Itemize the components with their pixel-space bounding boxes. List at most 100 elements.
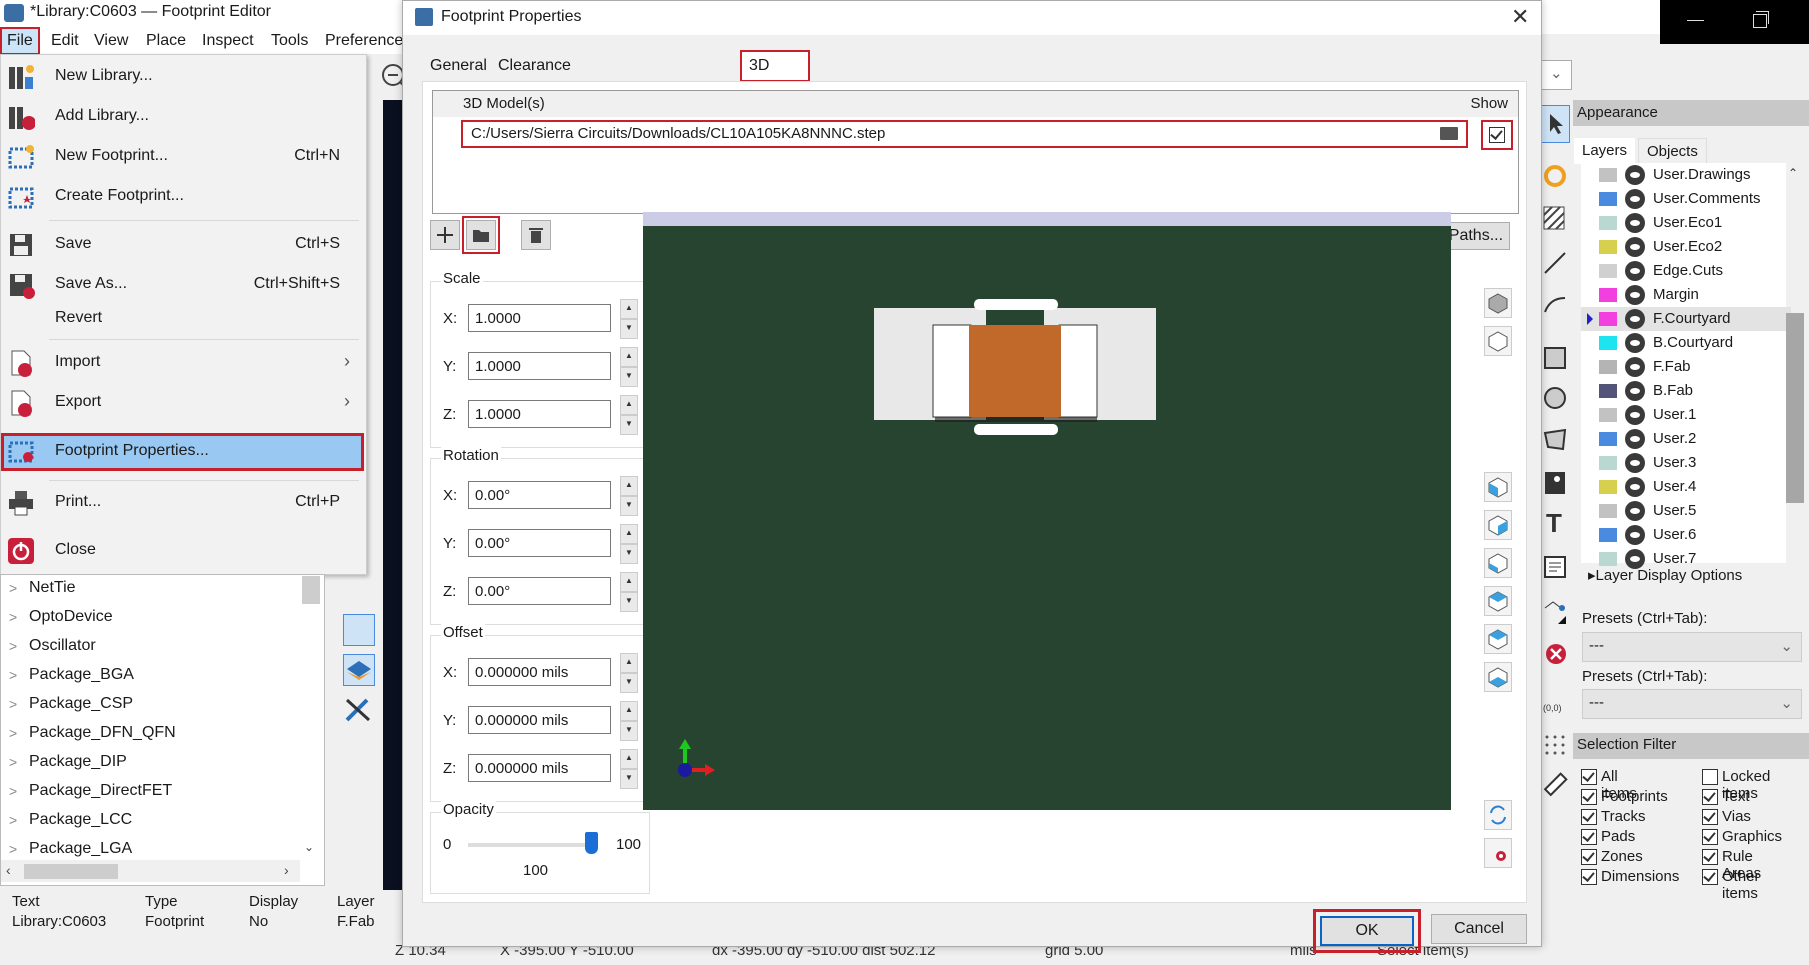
tree-item[interactable]: > Package_DFN_QFN — [1, 720, 301, 749]
arc-tool-icon[interactable] — [1542, 292, 1568, 318]
tree-item[interactable]: > Package_CSP — [1, 691, 301, 720]
rotation-z-spinner[interactable]: ▲ ▼ — [620, 572, 638, 612]
layer-row[interactable]: User.4 — [1581, 475, 1791, 499]
eye-icon[interactable] — [1625, 501, 1645, 521]
menu-item-save-as[interactable]: Save As... Ctrl+Shift+S — [1, 267, 364, 303]
measure-tool-icon[interactable] — [1542, 772, 1568, 798]
tools-icon[interactable] — [343, 694, 373, 724]
filter-checkbox[interactable] — [1702, 809, 1718, 825]
minimize-icon[interactable] — [1687, 20, 1704, 21]
scale-z-input[interactable]: 1.0000 — [468, 400, 611, 428]
browse-model-button[interactable] — [462, 216, 500, 254]
eye-icon[interactable] — [1625, 453, 1645, 473]
select-tool-icon[interactable] — [1540, 105, 1570, 143]
eye-icon[interactable] — [1625, 429, 1645, 449]
filter-checkbox[interactable] — [1702, 869, 1718, 885]
filter-checkbox[interactable] — [1581, 849, 1597, 865]
layer-row[interactable]: Margin — [1581, 283, 1791, 307]
layer-row[interactable]: User.6 — [1581, 523, 1791, 547]
filter-checkbox[interactable] — [1581, 769, 1597, 785]
tree-item[interactable]: > Package_LGA — [1, 836, 301, 858]
layer-row[interactable]: User.3 — [1581, 451, 1791, 475]
layer-row[interactable]: User.Eco1 — [1581, 211, 1791, 235]
eye-icon[interactable] — [1625, 381, 1645, 401]
eye-icon[interactable] — [1625, 525, 1645, 545]
tab-general[interactable]: General — [423, 52, 494, 80]
filter-checkbox[interactable] — [1581, 809, 1597, 825]
offset-y-input[interactable]: 0.000000 mils — [468, 706, 611, 734]
eye-icon[interactable] — [1625, 237, 1645, 257]
menu-file[interactable]: File — [0, 27, 40, 55]
tree-item[interactable]: > OptoDevice — [1, 604, 301, 633]
scale-y-spinner[interactable]: ▲ ▼ — [620, 347, 638, 387]
tree-item[interactable]: > NetTie — [1, 575, 301, 604]
tree-scroll-thumb[interactable] — [302, 576, 320, 604]
menu-item-import[interactable]: Import › — [1, 345, 364, 381]
scale-x-spinner[interactable]: ▲ ▼ — [620, 299, 638, 339]
layer-color-swatch[interactable] — [1599, 192, 1617, 206]
zone-tool-icon[interactable] — [1542, 205, 1568, 231]
rotation-x-input[interactable]: 0.00° — [468, 481, 611, 509]
tab-layers[interactable]: Layers — [1574, 138, 1636, 164]
presets-select[interactable]: --- ⌄ — [1582, 632, 1802, 662]
layer-color-swatch[interactable] — [1599, 528, 1617, 542]
origin-tool-icon[interactable]: (0,0) — [1543, 703, 1562, 713]
layer-color-swatch[interactable] — [1599, 168, 1617, 182]
view-3d-wire-button[interactable] — [1484, 326, 1512, 356]
hierarchy-icon[interactable] — [343, 614, 375, 646]
layer-row[interactable]: F.Courtyard — [1581, 307, 1791, 331]
layer-color-swatch[interactable] — [1599, 240, 1617, 254]
tree-item[interactable]: > Package_DirectFET — [1, 778, 301, 807]
eye-icon[interactable] — [1625, 357, 1645, 377]
view-3d-shaded-button[interactable] — [1484, 288, 1512, 318]
polygon-tool-icon[interactable] — [1542, 427, 1568, 453]
menu-item-add-library[interactable]: Add Library... — [1, 99, 364, 135]
layer-row[interactable]: User.Eco2 — [1581, 235, 1791, 259]
layer-row[interactable]: B.Fab — [1581, 379, 1791, 403]
eye-icon[interactable] — [1625, 213, 1645, 233]
tab-objects[interactable]: Objects — [1638, 138, 1707, 166]
layer-row[interactable]: User.1 — [1581, 403, 1791, 427]
rectangle-tool-icon[interactable] — [1542, 345, 1568, 371]
filter-checkbox[interactable] — [1581, 869, 1597, 885]
layer-row[interactable]: User.5 — [1581, 499, 1791, 523]
layer-color-swatch[interactable] — [1599, 384, 1617, 398]
delete-tool-icon[interactable] — [1542, 640, 1568, 666]
text-tool-icon[interactable]: T — [1546, 508, 1562, 539]
filter-checkbox[interactable] — [1702, 789, 1718, 805]
folder-icon[interactable] — [1440, 127, 1458, 140]
tab-clearance[interactable]: Clearance Overrides and Settings — [491, 52, 578, 158]
scroll-down-icon[interactable]: ⌄ — [304, 840, 314, 854]
opacity-slider-track[interactable] — [468, 843, 598, 847]
menu-item-revert[interactable]: Revert — [1, 301, 364, 337]
layer-color-swatch[interactable] — [1599, 504, 1617, 518]
menu-edit[interactable]: Edit — [46, 29, 84, 53]
offset-y-spinner[interactable]: ▲ ▼ — [620, 701, 638, 741]
scroll-right-icon[interactable]: › — [284, 862, 289, 878]
view-top-button[interactable] — [1484, 624, 1512, 654]
menu-place[interactable]: Place — [141, 29, 191, 53]
textbox-tool-icon[interactable] — [1542, 554, 1568, 580]
layer-color-swatch[interactable] — [1599, 480, 1617, 494]
layer-color-swatch[interactable] — [1599, 336, 1617, 350]
menu-item-new-footprint[interactable]: New Footprint... Ctrl+N — [1, 139, 364, 175]
menu-tools[interactable]: Tools — [266, 29, 313, 53]
layers-scroll-thumb[interactable] — [1786, 313, 1804, 503]
grid-origin-icon[interactable] — [1542, 732, 1568, 758]
view-left-button[interactable] — [1484, 472, 1512, 502]
layer-color-swatch[interactable] — [1599, 216, 1617, 230]
layer-color-swatch[interactable] — [1599, 312, 1617, 326]
delete-model-button[interactable] — [521, 220, 551, 250]
layer-row[interactable]: User.Drawings — [1581, 163, 1791, 187]
rotation-y-input[interactable]: 0.00° — [468, 529, 611, 557]
menu-item-print[interactable]: Print... Ctrl+P — [1, 485, 364, 521]
scale-z-spinner[interactable]: ▲ ▼ — [620, 395, 638, 435]
layer-color-swatch[interactable] — [1599, 552, 1617, 566]
tab-3d-models[interactable]: 3D Models — [740, 50, 810, 102]
circle-tool-icon[interactable] — [1542, 385, 1568, 411]
filter-checkbox[interactable] — [1702, 769, 1718, 785]
menu-item-footprint-properties[interactable]: Footprint Properties... — [1, 433, 364, 471]
layer-color-swatch[interactable] — [1599, 432, 1617, 446]
layer-row[interactable]: User.2 — [1581, 427, 1791, 451]
view-front-button[interactable] — [1484, 548, 1512, 578]
